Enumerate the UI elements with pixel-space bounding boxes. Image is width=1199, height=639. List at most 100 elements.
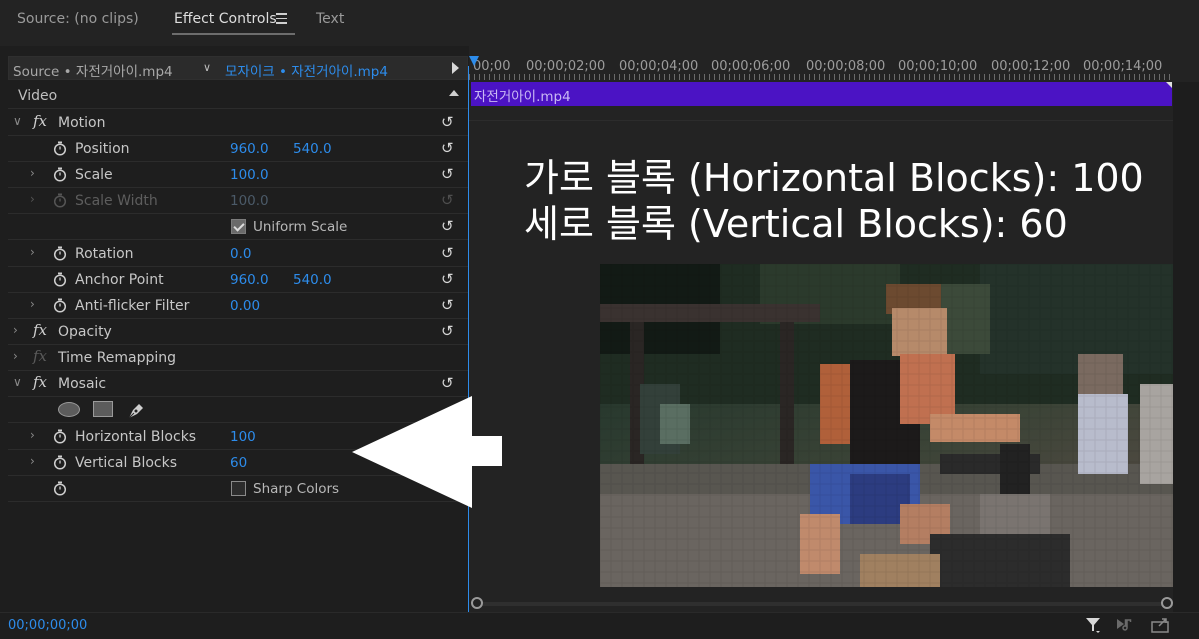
annotation-line-vertical: 세로 블록 (Vertical Blocks): 60 <box>524 202 1068 246</box>
anchor-y-value[interactable]: 540.0 <box>293 272 332 288</box>
stopwatch-icon[interactable] <box>53 141 67 156</box>
source-selector-bar: Source • 자전거아이.mp4 ∨ 모자이크 • 자전거아이.mp4 <box>8 56 468 80</box>
ruler-label: 00;00;06;00 <box>711 59 791 74</box>
reset-icon[interactable]: ↺ <box>441 139 454 157</box>
stopwatch-icon[interactable] <box>53 298 67 313</box>
position-y-value[interactable]: 540.0 <box>293 141 332 157</box>
sharp-colors-label: Sharp Colors <box>253 481 340 497</box>
horizontal-blocks-value[interactable]: 100 <box>230 429 256 445</box>
reset-icon[interactable]: ↺ <box>441 165 454 183</box>
reset-icon[interactable]: ↺ <box>441 217 454 235</box>
active-tab-underline <box>172 33 295 35</box>
property-label-position: Position <box>75 141 130 157</box>
chevron-down-icon[interactable]: ∨ <box>13 375 22 389</box>
property-row-scale: › Scale 100.0 ↺ <box>8 162 468 188</box>
stopwatch-icon <box>53 193 67 208</box>
playhead-handle[interactable] <box>469 56 479 66</box>
chevron-right-icon[interactable]: › <box>30 245 35 259</box>
play-triangle-icon[interactable] <box>452 62 459 74</box>
effect-label-mosaic: Mosaic <box>58 376 107 392</box>
sequence-clip-selector[interactable]: 모자이크 • 자전거아이.mp4 <box>225 60 388 80</box>
source-clip-label: Source • 자전거아이.mp4 <box>13 64 173 80</box>
reset-icon[interactable]: ↺ <box>441 113 454 131</box>
property-row-scale-width: › Scale Width 100.0 ↺ <box>8 188 468 214</box>
lane-divider <box>469 120 1174 121</box>
chevron-right-icon[interactable]: › <box>30 428 35 442</box>
tab-source[interactable]: Source: (no clips) <box>17 11 139 27</box>
chevron-right-icon[interactable]: › <box>13 323 18 337</box>
property-label-horizontal-blocks: Horizontal Blocks <box>75 429 197 445</box>
effect-row-mosaic[interactable]: ∨ fx Mosaic ↺ <box>8 371 468 397</box>
reset-icon[interactable]: ↺ <box>441 296 454 314</box>
stopwatch-icon[interactable] <box>53 246 67 261</box>
video-section-label: Video <box>18 88 58 104</box>
playhead-line[interactable] <box>468 66 469 612</box>
rotation-value[interactable]: 0.0 <box>230 246 251 262</box>
horizontal-scrollbar[interactable] <box>473 602 1173 606</box>
tab-effect-controls[interactable]: Effect Controls <box>174 11 277 27</box>
fx-icon: fx <box>33 347 48 365</box>
fx-icon[interactable]: fx <box>33 321 47 339</box>
anti-flicker-value[interactable]: 0.00 <box>230 298 260 314</box>
ellipse-mask-icon[interactable] <box>58 402 80 417</box>
chevron-down-icon[interactable]: ∨ <box>203 61 211 74</box>
fx-icon[interactable]: fx <box>33 112 47 130</box>
reset-icon[interactable]: ↺ <box>441 244 454 262</box>
pen-mask-icon[interactable] <box>125 399 147 421</box>
clip-bar[interactable]: 자전거아이.mp4 <box>471 82 1172 106</box>
stopwatch-icon[interactable] <box>53 167 67 182</box>
effect-row-motion[interactable]: ∨ fx Motion ↺ <box>8 110 468 136</box>
stopwatch-icon[interactable] <box>53 272 67 287</box>
ruler-label: 00;00;08;00 <box>806 59 886 74</box>
time-ruler[interactable]: 00;00 00;00;02;00 00;00;04;00 00;00;06;0… <box>469 56 1174 80</box>
stopwatch-icon[interactable] <box>53 455 67 470</box>
current-timecode[interactable]: 00;00;00;00 <box>8 618 87 633</box>
sharp-colors-checkbox[interactable] <box>231 481 246 496</box>
scale-width-value: 100.0 <box>230 193 269 209</box>
property-row-anchor-point: Anchor Point 960.0 540.0 ↺ <box>8 267 468 293</box>
vertical-blocks-value[interactable]: 60 <box>230 455 247 471</box>
scale-value[interactable]: 100.0 <box>230 167 269 183</box>
property-label-scale-width: Scale Width <box>75 193 158 209</box>
chevron-right-icon[interactable]: › <box>30 166 35 180</box>
property-label-vertical-blocks: Vertical Blocks <box>75 455 178 471</box>
stopwatch-icon[interactable] <box>53 481 67 496</box>
effect-label-time-remapping: Time Remapping <box>58 350 177 366</box>
annotation-arrow <box>352 396 502 508</box>
filter-icon[interactable] <box>1085 616 1101 634</box>
chevron-right-icon[interactable]: › <box>30 454 35 468</box>
chevron-down-icon[interactable]: ∨ <box>13 114 22 128</box>
ruler-label: 00;00;10;00 <box>898 59 978 74</box>
audio-loop-icon[interactable] <box>1116 616 1136 634</box>
export-frame-icon[interactable] <box>1150 616 1172 634</box>
effect-label-motion: Motion <box>58 115 106 131</box>
scroll-handle-right[interactable] <box>1161 597 1173 609</box>
scroll-handle-left[interactable] <box>471 597 483 609</box>
panel-menu-icon[interactable] <box>276 13 287 24</box>
tab-text[interactable]: Text <box>316 11 344 27</box>
effect-row-time-remapping[interactable]: › fx Time Remapping <box>8 345 468 371</box>
chevron-right-icon[interactable]: › <box>30 297 35 311</box>
property-label-anchor-point: Anchor Point <box>75 272 164 288</box>
uniform-scale-checkbox[interactable] <box>231 219 246 234</box>
chevron-right-icon[interactable]: › <box>13 349 18 363</box>
clip-end-marker <box>1166 82 1172 88</box>
reset-icon[interactable]: ↺ <box>441 322 454 340</box>
stopwatch-icon[interactable] <box>53 429 67 444</box>
clip-bar-label: 자전거아이.mp4 <box>474 89 571 105</box>
ruler-label: 00;00;12;00 <box>991 59 1071 74</box>
effect-timeline-area: 00;00 00;00;02;00 00;00;04;00 00;00;06;0… <box>469 46 1199 612</box>
effect-row-opacity[interactable]: › fx Opacity ↺ <box>8 319 468 345</box>
anchor-x-value[interactable]: 960.0 <box>230 272 269 288</box>
rectangle-mask-icon[interactable] <box>93 401 113 417</box>
reset-icon[interactable]: ↺ <box>441 270 454 288</box>
property-row-anti-flicker: › Anti-flicker Filter 0.00 ↺ <box>8 293 468 319</box>
fx-icon[interactable]: fx <box>33 373 47 391</box>
panel-tab-bar: Source: (no clips) Effect Controls Text <box>0 0 1199 46</box>
property-label-anti-flicker: Anti-flicker Filter <box>75 298 190 314</box>
position-x-value[interactable]: 960.0 <box>230 141 269 157</box>
reset-icon[interactable]: ↺ <box>441 374 454 392</box>
mosaic-video-preview <box>600 264 1173 587</box>
property-row-rotation: › Rotation 0.0 ↺ <box>8 241 468 267</box>
collapse-up-icon[interactable] <box>449 90 459 96</box>
